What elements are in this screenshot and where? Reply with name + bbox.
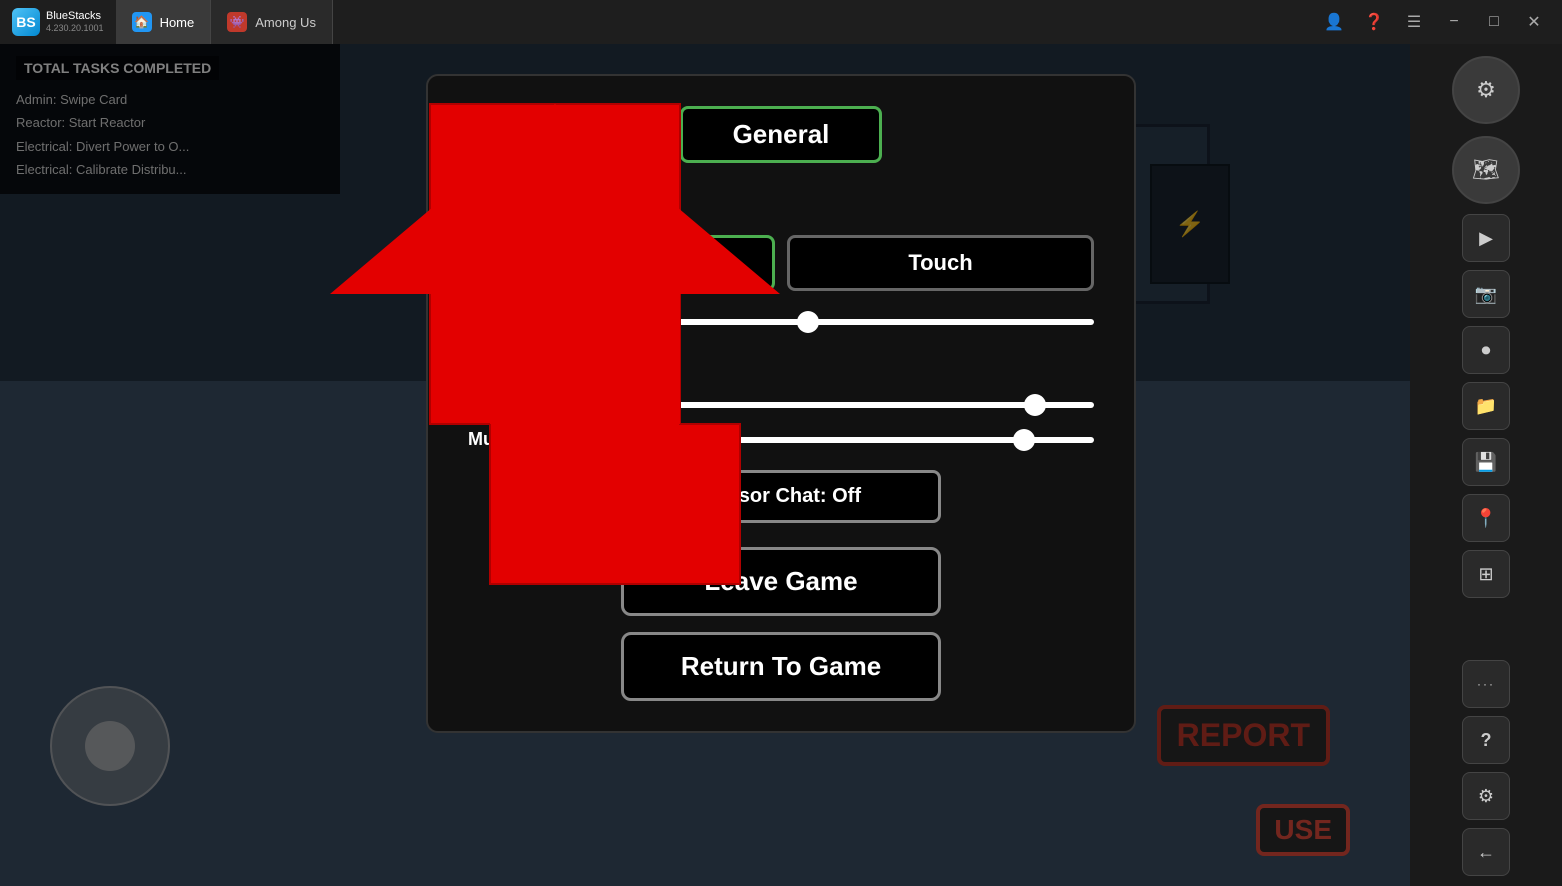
size-slider-row: Size — [468, 311, 1094, 332]
profile-button[interactable]: 👤 — [1322, 10, 1346, 34]
size-slider-thumb[interactable] — [797, 311, 819, 333]
music-slider-row: Music — [468, 429, 1094, 450]
screenshot-sidebar-button[interactable]: 📷 — [1462, 270, 1510, 318]
home-tab-icon: 🏠 — [132, 12, 152, 32]
size-slider[interactable] — [554, 319, 1094, 325]
tab-home[interactable]: 🏠 Home — [116, 0, 212, 44]
sfx-slider[interactable] — [554, 402, 1094, 408]
map-sidebar-button[interactable]: 🗺 — [1452, 136, 1520, 204]
leave-game-button[interactable]: Leave Game — [621, 547, 941, 616]
music-slider[interactable] — [554, 437, 1094, 443]
maximize-button[interactable]: □ — [1482, 10, 1506, 34]
record-sidebar-button[interactable]: ⏺ — [1462, 326, 1510, 374]
sfx-slider-row: SFX — [468, 394, 1094, 415]
multi-sidebar-button[interactable]: ⊞ — [1462, 550, 1510, 598]
sfx-label: SFX — [468, 394, 538, 415]
close-button[interactable]: ✕ — [1522, 10, 1546, 34]
music-label: Music — [468, 429, 538, 450]
cast-sidebar-button[interactable]: ▶ — [1462, 214, 1510, 262]
titlebar-controls: 👤 ❓ ☰ − □ ✕ — [1306, 10, 1562, 34]
game-tab-icon: 👾 — [227, 12, 247, 32]
menu-button[interactable]: ☰ — [1402, 10, 1426, 34]
save-sidebar-button[interactable]: 💾 — [1462, 438, 1510, 486]
bluestacks-logo: BS BlueStacks 4.230.20.1001 — [0, 8, 116, 36]
right-sidebar: ⚙ 🗺 ▶ 📷 ⏺ 📁 💾 📍 ⊞ ··· ? ⚙ ← — [1410, 44, 1562, 886]
controls-row: Joystick Touch — [468, 235, 1094, 291]
censor-chat-button[interactable]: Censor Chat: Off — [621, 470, 941, 523]
gear2-sidebar-button[interactable]: ⚙ — [1462, 772, 1510, 820]
modal-header: General — [468, 106, 1094, 163]
question-sidebar-button[interactable]: ? — [1462, 716, 1510, 764]
minimize-button[interactable]: − — [1442, 10, 1466, 34]
more-sidebar-button[interactable]: ··· — [1462, 660, 1510, 708]
general-tab-button[interactable]: General — [680, 106, 883, 163]
sound-section-title: Sound — [468, 346, 1094, 378]
folder-sidebar-button[interactable]: 📁 — [1462, 382, 1510, 430]
joystick-button[interactable]: Joystick — [468, 235, 775, 291]
location-sidebar-button[interactable]: 📍 — [1462, 494, 1510, 542]
bluestacks-text: BlueStacks 4.230.20.1001 — [46, 10, 104, 34]
settings-sidebar-button[interactable]: ⚙ — [1452, 56, 1520, 124]
help-button[interactable]: ❓ — [1362, 10, 1386, 34]
back-sidebar-button[interactable]: ← — [1462, 828, 1510, 876]
return-to-game-button[interactable]: Return To Game — [621, 632, 941, 701]
controls-section-title: Controls — [468, 187, 1094, 219]
touch-button[interactable]: Touch — [787, 235, 1094, 291]
settings-modal: General Controls Joystick Touch Size Sou… — [426, 74, 1136, 733]
tab-among-us[interactable]: 👾 Among Us — [211, 0, 333, 44]
size-label: Size — [468, 311, 538, 332]
music-slider-thumb[interactable] — [1013, 429, 1035, 451]
bluestacks-icon: BS — [12, 8, 40, 36]
sfx-slider-thumb[interactable] — [1024, 394, 1046, 416]
titlebar: BS BlueStacks 4.230.20.1001 🏠 Home 👾 Amo… — [0, 0, 1562, 44]
